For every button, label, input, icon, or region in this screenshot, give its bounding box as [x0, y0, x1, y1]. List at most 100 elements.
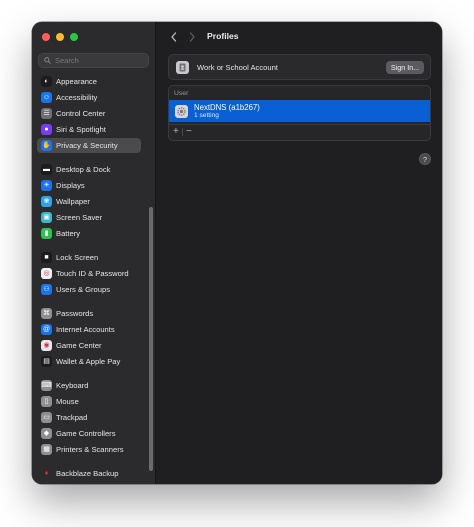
profile-detail: 1 setting: [194, 111, 219, 119]
sidebar-item-label: Desktop & Dock: [56, 165, 111, 174]
badge-icon: [176, 61, 189, 74]
trackpad-icon: ▭: [41, 412, 52, 423]
battery-icon: ▮: [41, 228, 52, 239]
divider: [182, 128, 183, 136]
sidebar-item-label: Privacy & Security: [56, 141, 118, 150]
list-footer: + −: [169, 124, 430, 140]
sidebar-item-label: Appearance: [56, 77, 97, 86]
gamepad-icon: ◆: [41, 428, 52, 439]
backblaze-icon: ♦: [41, 468, 52, 479]
sidebar-scrollbar[interactable]: [149, 207, 153, 471]
sidebar-item-label: Users & Groups: [56, 285, 111, 294]
at-icon: @: [41, 324, 52, 335]
appearance-icon: ◐: [41, 76, 52, 87]
sidebar-item-screen-saver[interactable]: ▣ Screen Saver: [37, 210, 141, 225]
sidebar-item-game-center[interactable]: ◉ Game Center: [37, 338, 141, 353]
sidebar-item-mouse[interactable]: ▯ Mouse: [37, 394, 141, 409]
back-button[interactable]: [169, 30, 179, 42]
profile-row[interactable]: NextDNS (a1b267) 1 setting: [169, 100, 430, 122]
sidebar-item-passwords[interactable]: ⌘ Passwords: [37, 306, 141, 321]
sidebar-item-label: Internet Accounts: [56, 325, 115, 334]
sidebar-item-control-center[interactable]: ☰ Control Center: [37, 106, 141, 121]
zoom-window-button[interactable]: [70, 33, 78, 41]
accessibility-icon: ☺: [41, 92, 52, 103]
hand-icon: ✋: [41, 140, 52, 151]
search-input[interactable]: [55, 56, 140, 65]
profile-name: NextDNS (a1b267): [194, 102, 260, 112]
sidebar-item-backblaze-backup[interactable]: ♦ Backblaze Backup: [37, 466, 141, 481]
sidebar-item-label: Game Center: [56, 341, 102, 350]
wallet-icon: ▤: [41, 356, 52, 367]
key-icon: ⌘: [41, 308, 52, 319]
chevron-left-icon: [171, 32, 177, 42]
lock-icon: ■: [41, 252, 52, 263]
dock-icon: ▬: [41, 164, 52, 175]
sidebar-item-keyboard[interactable]: ⌨ Keyboard: [37, 378, 141, 393]
sidebar-item-label: Accessibility: [56, 93, 98, 102]
help-button[interactable]: ?: [419, 153, 431, 165]
sidebar-item-printers-scanners[interactable]: ▦ Printers & Scanners: [37, 442, 141, 457]
sidebar-item-label: Siri & Spotlight: [56, 125, 106, 134]
sidebar-item-label: Wallet & Apple Pay: [56, 357, 121, 366]
control-center-icon: ☰: [41, 108, 52, 119]
keyboard-icon: ⌨: [41, 380, 52, 391]
display-icon: ☀: [41, 180, 52, 191]
sidebar-item-label: Mouse: [56, 397, 79, 406]
sidebar-item-label: Control Center: [56, 109, 106, 118]
sidebar-item-label: Trackpad: [56, 413, 88, 422]
window-controls: [42, 33, 78, 41]
sidebar-item-users-groups[interactable]: ⚇ Users & Groups: [37, 282, 141, 297]
sidebar-item-label: Screen Saver: [56, 213, 103, 222]
sidebar-item-appearance[interactable]: ◐ Appearance: [37, 74, 141, 89]
search-icon: [44, 57, 51, 64]
mouse-icon: ▯: [41, 396, 52, 407]
minimize-window-button[interactable]: [56, 33, 64, 41]
wallpaper-icon: ❀: [41, 196, 52, 207]
sidebar-item-label: Game Controllers: [56, 429, 116, 438]
sidebar: ◐ Appearance ☺ Accessibility ☰ Control Center…: [32, 22, 156, 484]
remove-profile-button[interactable]: −: [186, 126, 192, 138]
sidebar-item-label: Wallpaper: [56, 197, 90, 206]
forward-button[interactable]: [187, 30, 197, 42]
sidebar-item-displays[interactable]: ☀ Displays: [37, 178, 141, 193]
sidebar-item-label: Battery: [56, 229, 81, 238]
printer-icon: ▦: [41, 444, 52, 455]
work-account-label: Work or School Account: [197, 63, 278, 72]
sidebar-item-label: Touch ID & Password: [56, 269, 129, 278]
chevron-right-icon: [189, 32, 195, 42]
sidebar-item-label: Keyboard: [56, 381, 89, 390]
sidebar-item-siri-spotlight[interactable]: ● Siri & Spotlight: [37, 122, 141, 137]
fingerprint-icon: ◎: [41, 268, 52, 279]
sidebar-item-touch-id-password[interactable]: ◎ Touch ID & Password: [37, 266, 141, 281]
add-profile-button[interactable]: +: [173, 126, 179, 138]
sidebar-item-label: Displays: [56, 181, 85, 190]
sidebar-item-label: Passwords: [56, 309, 94, 318]
sign-in-button[interactable]: Sign In...: [386, 61, 424, 74]
system-settings-window: ◐ Appearance ☺ Accessibility ☰ Control Center…: [32, 22, 442, 484]
sidebar-item-wallpaper[interactable]: ❀ Wallpaper: [37, 194, 141, 209]
siri-icon: ●: [41, 124, 52, 135]
sidebar-item-label: Printers & Scanners: [56, 445, 124, 454]
main-pane: Profiles Work or School Account Sign In.…: [156, 22, 442, 484]
sidebar-item-internet-accounts[interactable]: @ Internet Accounts: [37, 322, 141, 337]
page-title: Profiles: [207, 31, 239, 41]
sidebar-item-label: Lock Screen: [56, 253, 99, 262]
sidebar-item-game-controllers[interactable]: ◆ Game Controllers: [37, 426, 141, 441]
sidebar-item-wallet-apple-pay[interactable]: ▤ Wallet & Apple Pay: [37, 354, 141, 369]
sidebar-item-privacy-security[interactable]: ✋ Privacy & Security: [37, 138, 141, 153]
profile-gear-icon: [175, 104, 188, 118]
toolbar: Profiles: [156, 22, 442, 50]
profiles-list: User NextDNS (a1b267) 1 setting + −: [168, 85, 431, 141]
sidebar-item-label: Backblaze Backup: [56, 469, 119, 478]
sidebar-item-trackpad[interactable]: ▭ Trackpad: [37, 410, 141, 425]
users-icon: ⚇: [41, 284, 52, 295]
screen-saver-icon: ▣: [41, 212, 52, 223]
game-center-icon: ◉: [41, 340, 52, 351]
sidebar-item-desktop-dock[interactable]: ▬ Desktop & Dock: [37, 162, 141, 177]
sidebar-item-lock-screen[interactable]: ■ Lock Screen: [37, 250, 141, 265]
section-header-user: User: [174, 90, 189, 97]
sidebar-item-battery[interactable]: ▮ Battery: [37, 226, 141, 241]
search-field[interactable]: [38, 53, 149, 68]
close-window-button[interactable]: [42, 33, 50, 41]
sidebar-item-accessibility[interactable]: ☺ Accessibility: [37, 90, 141, 105]
